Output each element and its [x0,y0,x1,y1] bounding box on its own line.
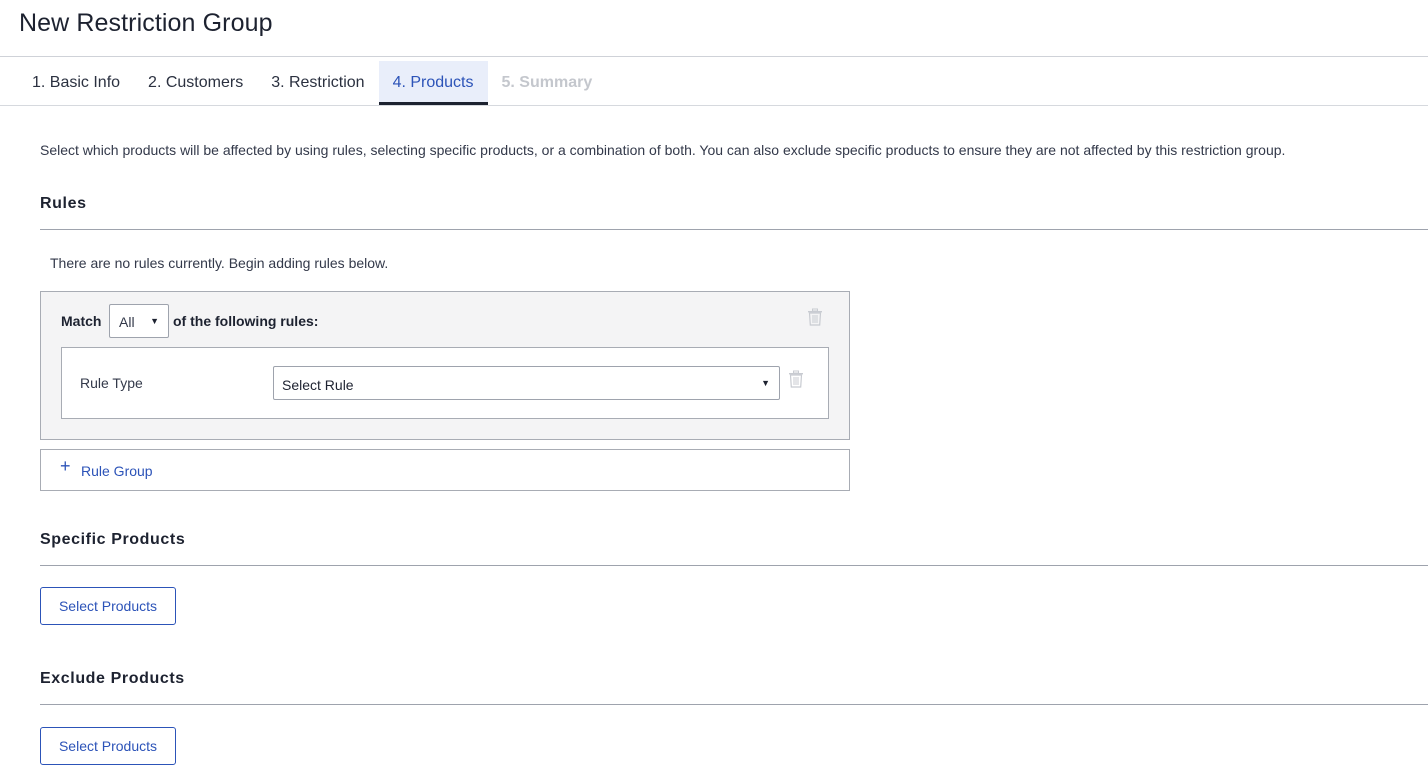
tabs-divider [0,105,1428,106]
delete-rule-trash-icon[interactable] [788,370,804,393]
rule-group-panel: Match All ▼ of the following rules: Rule… [40,291,850,440]
delete-rule-group-trash-icon[interactable] [807,308,823,331]
add-rule-group-label: Rule Group [81,463,153,479]
select-excluded-products-button[interactable]: Select Products [40,727,176,765]
match-label: Match [61,313,102,329]
tab-restriction[interactable]: 3. Restriction [257,61,378,105]
page-title: New Restriction Group [19,9,273,37]
specific-products-divider [40,565,1428,566]
caret-down-icon: ▼ [761,378,770,388]
tab-customers[interactable]: 2. Customers [134,61,257,105]
tab-summary: 5. Summary [501,74,593,91]
select-specific-products-button[interactable]: Select Products [40,587,176,625]
match-suffix-label: of the following rules: [173,313,319,329]
rule-type-select[interactable]: Select Rule ▼ [273,366,780,400]
tab-basic-info[interactable]: 1. Basic Info [18,61,134,105]
rules-divider [40,229,1428,230]
caret-down-icon: ▼ [150,316,159,326]
plus-icon: + [60,456,71,476]
specific-products-heading: Specific Products [40,531,186,548]
match-select-value: All [119,314,135,330]
header-divider [0,56,1428,57]
rules-empty-note: There are no rules currently. Begin addi… [50,255,389,271]
tab-products[interactable]: 4. Products [378,61,488,105]
rule-type-label: Rule Type [80,375,143,391]
rule-select-value: Select Rule [282,377,354,393]
exclude-products-divider [40,704,1428,705]
rules-heading: Rules [40,195,87,212]
wizard-tabs: 1. Basic Info 2. Customers 3. Restrictio… [18,61,606,105]
rule-row: Rule Type Select Rule ▼ [61,347,829,419]
intro-text: Select which products will be affected b… [40,142,1286,158]
match-select[interactable]: All ▼ [109,304,169,338]
add-rule-group-button[interactable]: + Rule Group [40,449,850,491]
exclude-products-heading: Exclude Products [40,670,185,687]
